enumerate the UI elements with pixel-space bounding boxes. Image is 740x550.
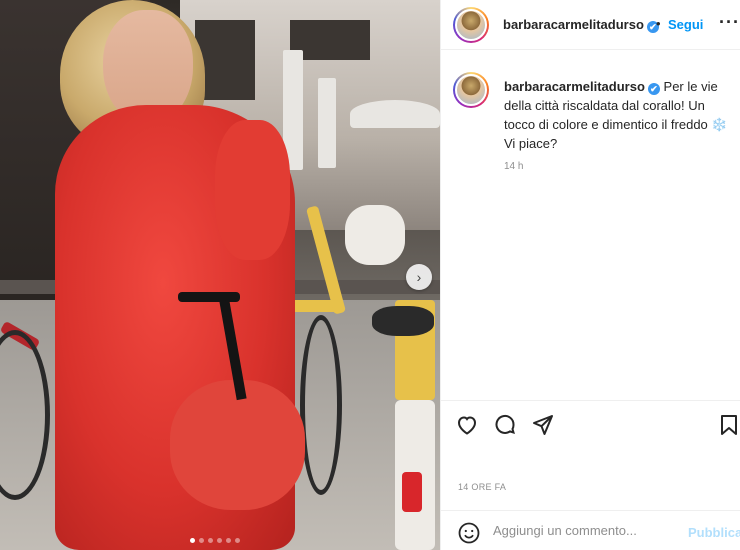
post-photo[interactable]: ›: [0, 0, 440, 550]
carousel-next-button[interactable]: ›: [406, 264, 432, 290]
caption-end: Vi piace?: [504, 136, 558, 151]
carousel-dot: [208, 538, 213, 543]
post-date[interactable]: 14 ORE FA: [458, 482, 506, 492]
bookmark-icon[interactable]: [717, 413, 740, 439]
verified-icon: ✔: [647, 83, 660, 95]
emoji-icon[interactable]: [457, 521, 481, 545]
carousel-indicator: [190, 538, 240, 543]
bike-basket: [345, 205, 405, 265]
avatar[interactable]: [453, 7, 489, 43]
action-bar: [441, 400, 740, 450]
umbrella: [318, 78, 336, 168]
comment-bar: Pubblica: [441, 510, 740, 550]
umbrella: [350, 100, 440, 128]
share-icon[interactable]: [531, 413, 557, 439]
coat-sleeve: [215, 120, 290, 260]
carousel-dot: [226, 538, 231, 543]
comment-input[interactable]: [493, 523, 673, 538]
username-link[interactable]: barbaracarmelitadurso ✔: [503, 17, 659, 33]
comment-icon[interactable]: [493, 413, 519, 439]
carousel-dot: [199, 538, 204, 543]
carousel-dot: [217, 538, 222, 543]
username[interactable]: barbaracarmelitadurso: [504, 79, 645, 94]
chevron-right-icon: ›: [416, 269, 422, 285]
bike-seat: [372, 306, 434, 336]
snowflake-icon: ❄️: [711, 117, 728, 132]
username-link[interactable]: barbaracarmelitadurso ✔: [504, 79, 660, 95]
heart-icon[interactable]: [455, 413, 481, 439]
carousel-dot: [190, 538, 195, 543]
bike-taillight: [402, 472, 422, 512]
more-options-icon[interactable]: ···: [719, 12, 740, 33]
avatar[interactable]: [453, 72, 489, 108]
carousel-dot: [235, 538, 240, 543]
publish-button[interactable]: Pubblica: [688, 525, 740, 540]
follow-button[interactable]: Segui: [668, 17, 703, 32]
post-header: barbaracarmelitadurso ✔ • Segui ···: [441, 0, 740, 50]
username[interactable]: barbaracarmelitadurso: [503, 17, 644, 32]
caption: barbaracarmelitadurso ✔ Per le vie della …: [504, 77, 739, 172]
belt: [178, 292, 240, 302]
caption-timestamp[interactable]: 14 h: [504, 157, 523, 176]
post-sidebar: barbaracarmelitadurso ✔ • Segui ··· barba…: [440, 0, 740, 550]
separator-dot: •: [656, 16, 661, 31]
bike-wheel: [300, 315, 342, 495]
